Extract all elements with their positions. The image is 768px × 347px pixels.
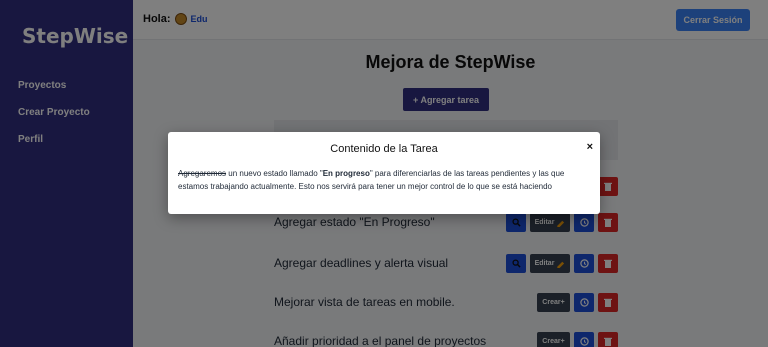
task-content-modal: Contenido de la Tarea × Agregaremos un n… (168, 132, 600, 214)
modal-title: Contenido de la Tarea (330, 143, 438, 155)
close-icon[interactable]: × (587, 141, 593, 153)
modal-body: Agregaremos un nuevo estado llamado "En … (178, 167, 590, 193)
modal-body-strike: Agregaremos (178, 169, 227, 178)
modal-body-part1: un nuevo estado llamado " (226, 169, 323, 178)
modal-body-bold: En progreso (322, 169, 370, 178)
